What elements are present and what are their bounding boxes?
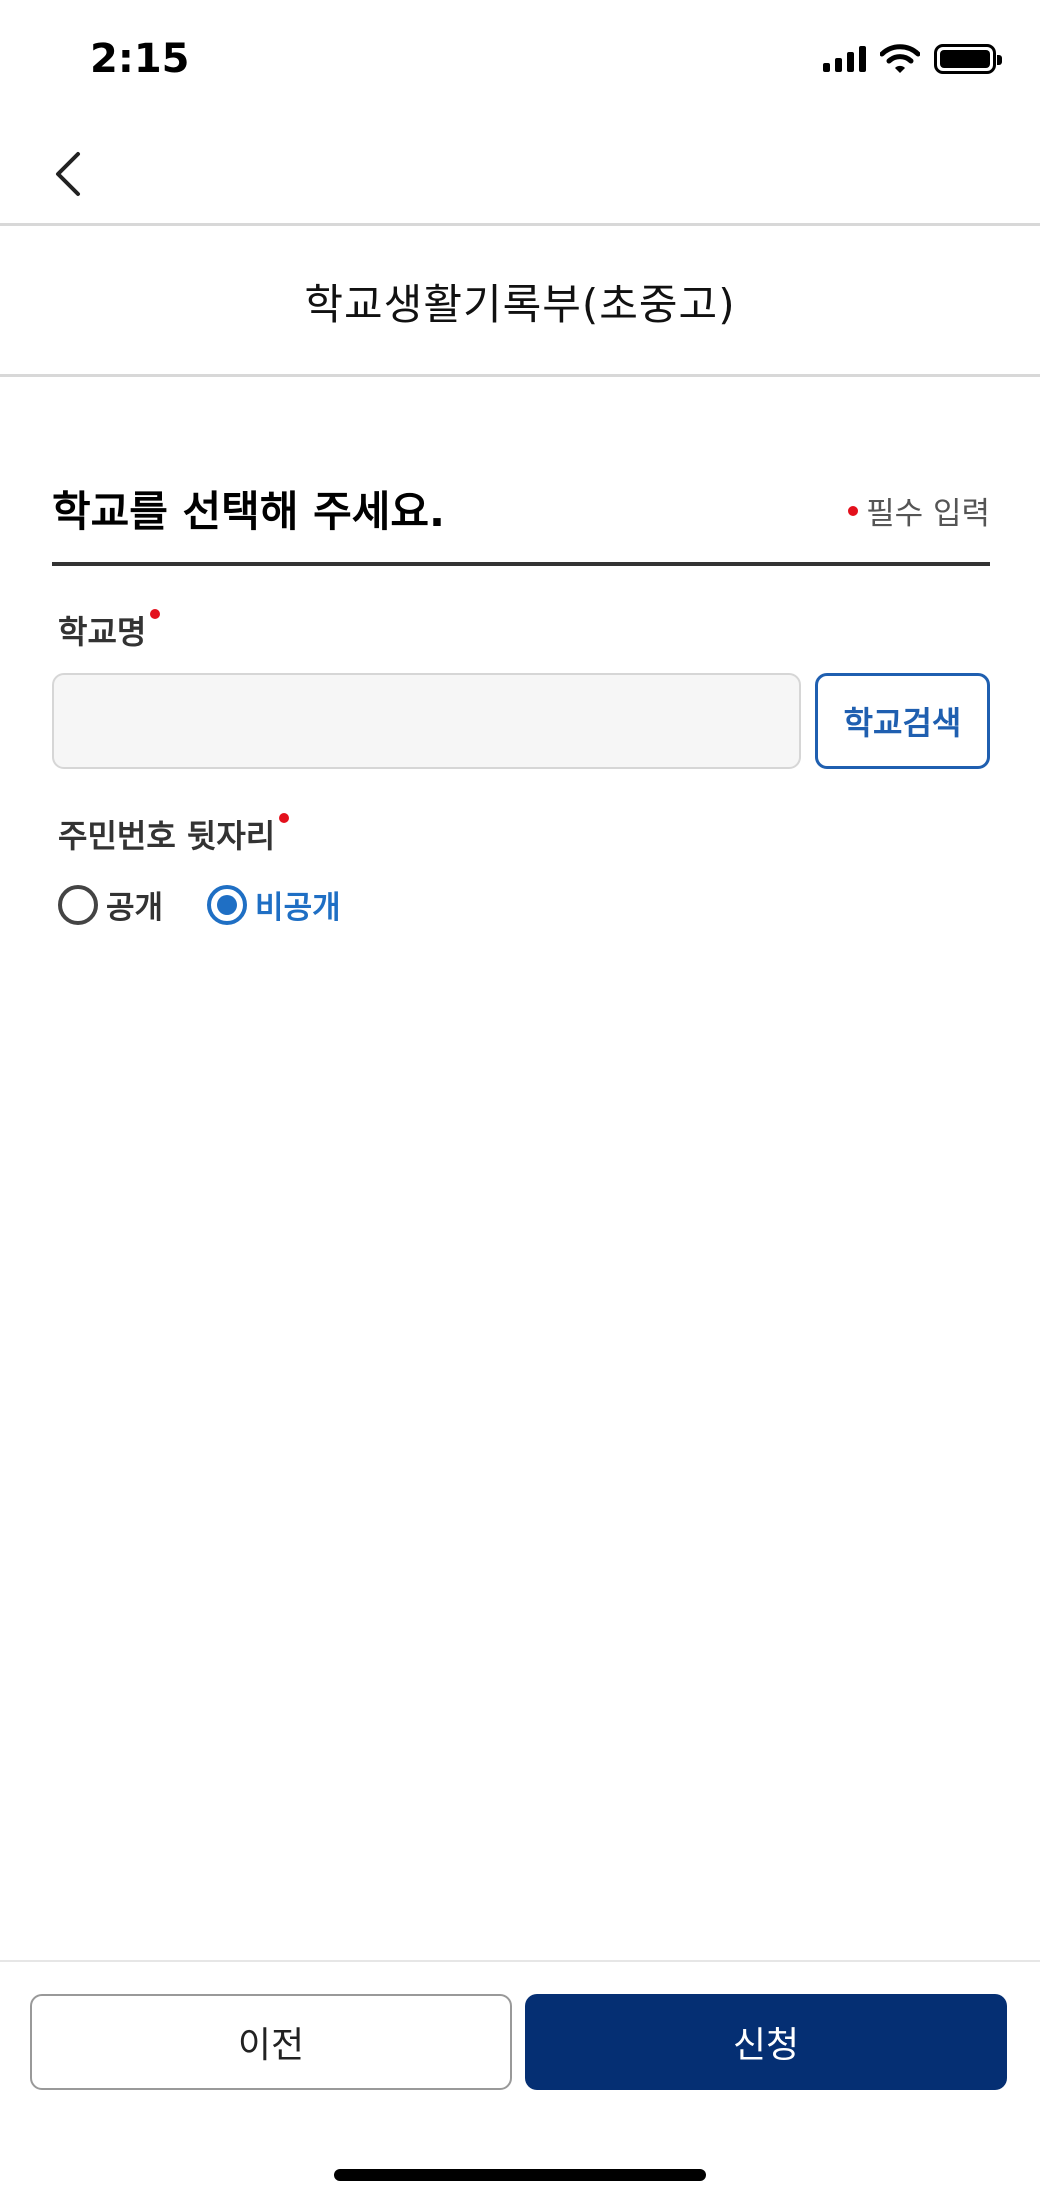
status-time: 2:15 (90, 36, 190, 82)
status-bar: 2:15 (0, 0, 1040, 120)
signal-icon (823, 46, 866, 72)
radio-public[interactable]: 공개 (58, 882, 163, 927)
school-name-label: 학교명 (58, 607, 161, 653)
screen: 2:15 학교생활기록부(초중고) 학교를 선택해 주세요. 필수 입력 학교명… (0, 0, 1040, 2201)
radio-private-label: 비공개 (255, 890, 341, 926)
rrn-suffix-label-text: 주민번호 뒷자리 (58, 817, 276, 855)
back-button[interactable] (38, 144, 98, 204)
section-header: 학교를 선택해 주세요. 필수 입력 (52, 470, 990, 566)
rrn-disclosure-radio-group: 공개 비공개 (58, 882, 341, 927)
radio-private[interactable]: 비공개 (207, 882, 341, 927)
submit-button[interactable]: 신청 (525, 1994, 1007, 2090)
battery-icon (934, 44, 1002, 74)
bottom-action-bar: 이전 신청 (0, 1960, 1040, 2201)
page-title: 학교생활기록부(초중고) (304, 280, 736, 329)
school-search-button[interactable]: 학교검색 (815, 673, 990, 769)
status-icons (823, 44, 1002, 74)
required-note: 필수 입력 (848, 470, 990, 533)
required-dot-icon (279, 813, 290, 823)
home-indicator (334, 2169, 706, 2181)
school-name-label-text: 학교명 (58, 613, 147, 651)
required-dot-icon (150, 609, 161, 619)
nav-bar (0, 120, 1040, 226)
rrn-suffix-label: 주민번호 뒷자리 (58, 811, 290, 857)
school-name-input[interactable] (52, 673, 801, 769)
section-title: 학교를 선택해 주세요. (52, 487, 445, 536)
radio-checked-icon[interactable] (207, 884, 248, 925)
required-dot-icon (848, 505, 859, 516)
chevron-left-icon (56, 152, 80, 196)
wifi-icon (880, 44, 920, 74)
prev-button[interactable]: 이전 (30, 1994, 512, 2090)
title-bar: 학교생활기록부(초중고) (0, 229, 1040, 377)
required-note-text: 필수 입력 (866, 496, 990, 532)
radio-public-label: 공개 (106, 890, 164, 926)
radio-unchecked-icon[interactable] (58, 884, 98, 925)
